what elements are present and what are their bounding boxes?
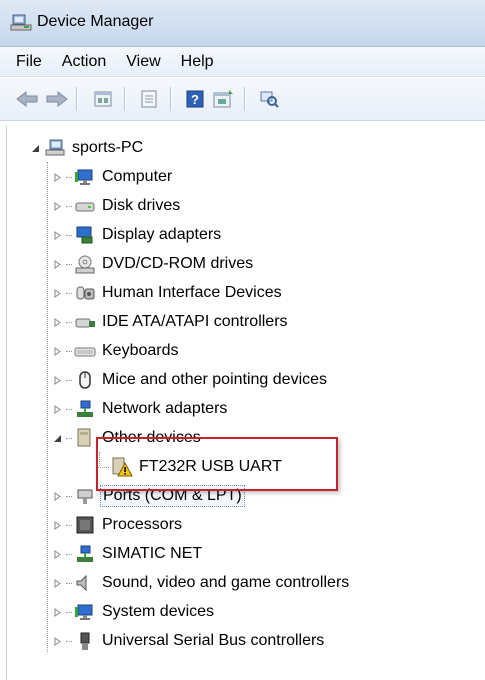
help-icon[interactable]: ? [182,86,208,112]
menu-file[interactable]: File [8,51,54,73]
sound-icon [74,573,96,593]
tree-root[interactable]: sports-PC [30,136,145,160]
tree-item-label: IDE ATA/ATAPI controllers [102,313,288,330]
tree-item-label: DVD/CD-ROM drives [102,255,254,272]
tree-item-label: SIMATIC NET [102,545,203,562]
update-driver-icon[interactable] [210,86,236,112]
tree-item-label: Sound, video and game controllers [102,574,350,591]
network-adapter-icon [74,399,96,419]
tree-category-mice-and-other-pointing-devices[interactable]: Mice and other pointing devices [52,368,329,392]
tree-category-sound-video-and-game-controllers[interactable]: Sound, video and game controllers [52,571,351,595]
tree-category-processors[interactable]: Processors [52,513,184,537]
expand-arrow-icon[interactable] [52,201,62,211]
properties-icon[interactable] [90,86,116,112]
tree-category-simatic-net[interactable]: SIMATIC NET [52,542,204,566]
tree-item-label: Mice and other pointing devices [102,371,328,388]
expand-arrow-icon[interactable] [52,317,62,327]
computer-icon [74,167,96,187]
tree-item-label: Disk drives [102,197,181,214]
ide-controller-icon [74,312,96,332]
expand-arrow-icon[interactable] [52,578,62,588]
port-icon [74,486,96,506]
mouse-icon [74,370,96,390]
collapse-arrow-icon[interactable] [52,433,62,443]
tree-category-network-adapters[interactable]: Network adapters [52,397,229,421]
system-devices-icon [74,602,96,622]
other-devices-icon [74,428,96,448]
keyboard-icon [74,341,96,361]
tree-root-label: sports-PC [72,139,144,156]
expand-arrow-icon[interactable] [52,636,62,646]
scan-hardware-icon[interactable] [256,86,282,112]
forward-arrow-icon[interactable] [44,86,70,112]
tree-category-disk-drives[interactable]: Disk drives [52,194,182,218]
expand-arrow-icon[interactable] [52,520,62,530]
tree-category-human-interface-devices[interactable]: Human Interface Devices [52,281,284,305]
back-arrow-icon[interactable] [14,86,40,112]
expand-arrow-icon[interactable] [52,259,62,269]
tree-item-label: Universal Serial Bus controllers [102,632,325,649]
tree-item-label: Display adapters [102,226,222,243]
hid-icon [74,283,96,303]
menu-view[interactable]: View [118,51,172,73]
expand-arrow-icon[interactable] [52,230,62,240]
window-title: Device Manager [37,13,154,30]
tree-category-ide-ata-atapi-controllers[interactable]: IDE ATA/ATAPI controllers [52,310,290,334]
display-adapter-icon [74,225,96,245]
processor-icon [74,515,96,535]
title-bar: Device Manager [0,0,485,47]
usb-icon [74,631,96,651]
expand-arrow-icon[interactable] [52,549,62,559]
tree-item-label: Network adapters [102,400,228,417]
expand-arrow-icon[interactable] [52,346,62,356]
expand-arrow-icon[interactable] [52,375,62,385]
simatic-icon [74,544,96,564]
computer-network-icon [44,138,66,158]
tree-item-label: Keyboards [102,342,179,359]
tree-category-keyboards[interactable]: Keyboards [52,339,181,363]
menu-bar: File Action View Help [0,47,485,77]
tree-category-dvd-cd-rom-drives[interactable]: DVD/CD-ROM drives [52,252,255,276]
expand-arrow-icon[interactable] [52,288,62,298]
show-hidden-icon[interactable] [136,86,162,112]
expand-arrow-icon[interactable] [52,404,62,414]
device-manager-icon [10,13,32,33]
tree-category-display-adapters[interactable]: Display adapters [52,223,223,247]
tree-category-computer[interactable]: Computer [52,165,174,189]
expand-arrow-icon[interactable] [52,491,62,501]
dvd-drive-icon [74,254,96,274]
menu-help[interactable]: Help [173,51,226,73]
disk-drive-icon [74,196,96,216]
highlight-box [96,437,338,491]
tree-item-label: Human Interface Devices [102,284,282,301]
expand-arrow-icon[interactable] [52,172,62,182]
toolbar: ? [0,78,485,121]
tree-item-label: System devices [102,603,215,620]
tree-category-system-devices[interactable]: System devices [52,600,216,624]
menu-action[interactable]: Action [54,51,118,73]
expand-arrow-icon[interactable] [52,607,62,617]
tree-category-universal-serial-bus-controllers[interactable]: Universal Serial Bus controllers [52,629,326,653]
tree-item-label: Processors [102,516,183,533]
collapse-arrow-icon[interactable] [30,143,40,153]
tree-item-label: Computer [102,168,173,185]
svg-text:?: ? [191,92,199,107]
